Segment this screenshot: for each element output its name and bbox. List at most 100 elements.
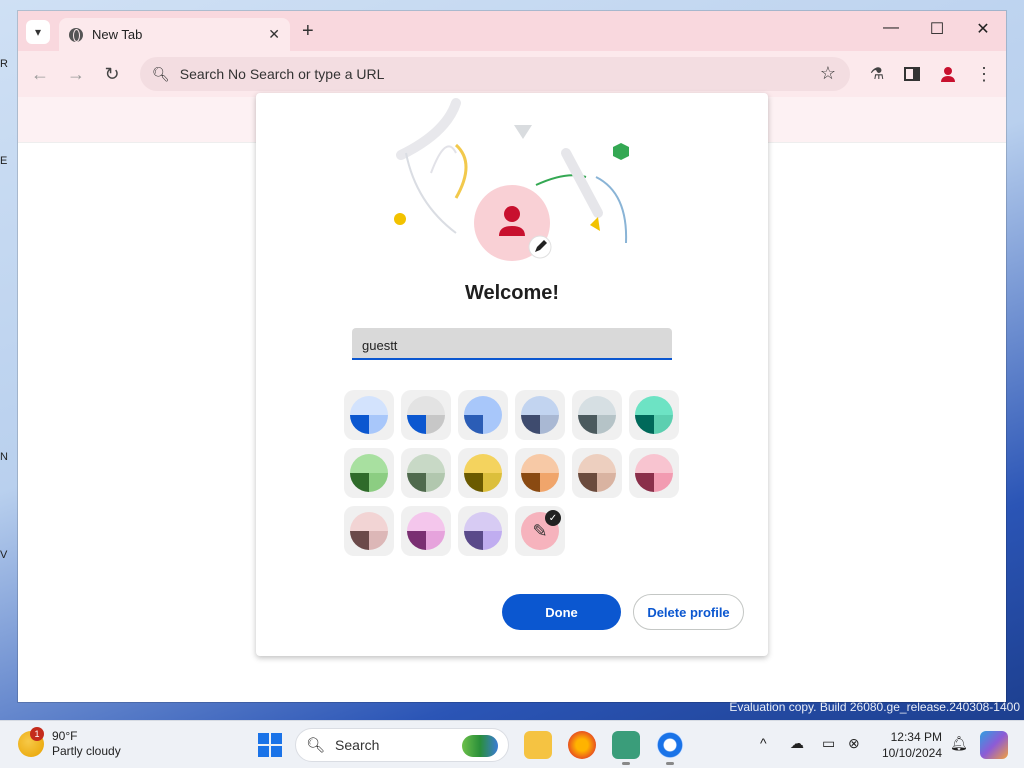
swatch-segment bbox=[426, 415, 445, 434]
swatch-segment bbox=[426, 473, 445, 492]
theme-color-swatch[interactable] bbox=[401, 506, 451, 556]
back-button[interactable]: ← bbox=[29, 63, 51, 85]
swatch-segment bbox=[426, 531, 445, 550]
bookmark-star-icon[interactable]: ☆ bbox=[820, 63, 836, 84]
theme-color-swatch[interactable] bbox=[629, 390, 679, 440]
omnibox[interactable]: 🔍︎ Search No Search or type a URL ☆ bbox=[140, 57, 850, 91]
globe-icon bbox=[69, 27, 83, 42]
swatch-disc bbox=[635, 454, 673, 492]
windows-logo-icon bbox=[271, 746, 282, 757]
swatch-segment bbox=[483, 531, 502, 550]
theme-color-swatch[interactable] bbox=[458, 448, 508, 498]
theme-color-swatch[interactable] bbox=[629, 448, 679, 498]
theme-color-swatch[interactable] bbox=[344, 390, 394, 440]
swatch-segment bbox=[407, 531, 426, 550]
theme-color-swatch[interactable] bbox=[344, 506, 394, 556]
swatch-segment bbox=[464, 396, 502, 415]
weather-temp: 90°F bbox=[52, 729, 78, 743]
swatch-segment bbox=[407, 396, 445, 415]
forward-button[interactable]: → bbox=[65, 63, 87, 85]
swatch-segment bbox=[521, 454, 559, 473]
tab-search-chevron-icon[interactable]: ▾ bbox=[26, 20, 50, 44]
delete-profile-button[interactable]: Delete profile bbox=[633, 594, 744, 630]
swatch-segment bbox=[407, 454, 445, 473]
swatch-segment bbox=[369, 415, 388, 434]
windows-logo-icon bbox=[258, 746, 269, 757]
swatch-segment bbox=[578, 396, 616, 415]
theme-color-grid: ✎ ✓ bbox=[344, 390, 686, 556]
custom-color-swatch[interactable]: ✎ ✓ bbox=[515, 506, 565, 556]
onedrive-icon[interactable]: ☁ bbox=[790, 735, 804, 752]
file-explorer-icon[interactable] bbox=[524, 731, 552, 759]
page-title: Welcome! bbox=[464, 282, 560, 304]
swatch-segment bbox=[635, 473, 654, 492]
swatch-segment bbox=[369, 531, 388, 550]
swatch-segment bbox=[483, 415, 502, 434]
theme-color-swatch[interactable] bbox=[344, 448, 394, 498]
browser-toolbar: ← → ↻ 🔍︎ Search No Search or type a URL … bbox=[18, 51, 1006, 97]
swatch-disc bbox=[407, 454, 445, 492]
swatch-segment bbox=[350, 396, 388, 415]
chrome-icon[interactable] bbox=[656, 731, 684, 765]
swatch-segment bbox=[578, 415, 597, 434]
volume-muted-icon[interactable]: ⊗ bbox=[848, 735, 860, 752]
swatch-disc bbox=[635, 396, 673, 434]
theme-color-swatch[interactable] bbox=[572, 390, 622, 440]
welcome-illustration bbox=[394, 98, 629, 261]
swatch-segment bbox=[464, 512, 502, 531]
swatch-disc bbox=[350, 454, 388, 492]
minimize-button[interactable]: — bbox=[876, 19, 906, 37]
windows-logo-icon bbox=[258, 733, 269, 744]
desktop-icon-label[interactable]: R bbox=[0, 58, 18, 70]
clock[interactable]: 12:34 PM 10/10/2024 bbox=[876, 729, 942, 761]
app-icon[interactable] bbox=[612, 731, 640, 765]
menu-kebab-icon[interactable]: ⋮ bbox=[973, 63, 995, 85]
running-indicator bbox=[622, 762, 630, 765]
taskbar: 1 90°F Partly cloudy 🔍︎ Search ^ ☁ ▭ ⊗ 1… bbox=[0, 720, 1024, 768]
swatch-disc bbox=[578, 454, 616, 492]
swatch-segment bbox=[350, 531, 369, 550]
theme-color-swatch[interactable] bbox=[515, 390, 565, 440]
reload-button[interactable]: ↻ bbox=[101, 63, 123, 85]
swatch-segment bbox=[597, 473, 616, 492]
tab-new-tab[interactable]: New Tab ✕ bbox=[59, 18, 290, 51]
new-tab-button[interactable]: + bbox=[302, 20, 314, 43]
desktop-icon-label[interactable]: V bbox=[0, 549, 18, 561]
profile-name-input[interactable]: guestt bbox=[352, 328, 672, 360]
omnibox-text[interactable]: Search No Search or type a URL bbox=[180, 66, 385, 82]
labs-flask-icon[interactable]: ⚗ bbox=[866, 63, 888, 85]
taskbar-search-box[interactable]: 🔍︎ Search bbox=[295, 728, 509, 762]
desktop-icon-label[interactable]: E bbox=[0, 155, 18, 167]
maximize-button[interactable]: ☐ bbox=[922, 19, 952, 39]
theme-color-swatch[interactable] bbox=[401, 390, 451, 440]
theme-color-swatch[interactable] bbox=[458, 390, 508, 440]
swatch-disc bbox=[521, 454, 559, 492]
profile-avatar-icon[interactable] bbox=[937, 63, 959, 85]
tray-overflow-chevron-icon[interactable]: ^ bbox=[760, 735, 767, 751]
swatch-segment bbox=[635, 415, 654, 434]
search-icon: 🔍︎ bbox=[306, 737, 326, 754]
start-button[interactable] bbox=[258, 733, 282, 757]
swatch-segment bbox=[407, 415, 426, 434]
swatch-segment bbox=[578, 473, 597, 492]
theme-color-swatch[interactable] bbox=[572, 448, 622, 498]
notification-bell-icon[interactable]: 🔔︎ bbox=[950, 735, 968, 752]
done-button[interactable]: Done bbox=[502, 594, 621, 630]
running-indicator bbox=[666, 762, 674, 765]
swatch-segment bbox=[540, 473, 559, 492]
tab-title: New Tab bbox=[92, 27, 143, 42]
profile-customization-dialog: Welcome! guestt ✎ ✓ Done Delete profile bbox=[256, 93, 768, 656]
firefox-icon[interactable] bbox=[568, 731, 596, 759]
tab-close-icon[interactable]: ✕ bbox=[268, 26, 280, 43]
theme-color-swatch[interactable] bbox=[515, 448, 565, 498]
side-panel-icon[interactable] bbox=[901, 63, 923, 85]
theme-color-swatch[interactable] bbox=[458, 506, 508, 556]
copilot-icon[interactable] bbox=[980, 731, 1008, 759]
desktop-icon-label[interactable]: N bbox=[0, 451, 18, 463]
network-icon[interactable]: ▭ bbox=[822, 735, 835, 752]
theme-color-swatch[interactable] bbox=[401, 448, 451, 498]
weather-widget[interactable]: 1 90°F Partly cloudy bbox=[18, 727, 121, 759]
weather-condition: Partly cloudy bbox=[52, 744, 121, 758]
swatch-segment bbox=[540, 415, 559, 434]
close-window-button[interactable]: ✕ bbox=[968, 19, 998, 39]
